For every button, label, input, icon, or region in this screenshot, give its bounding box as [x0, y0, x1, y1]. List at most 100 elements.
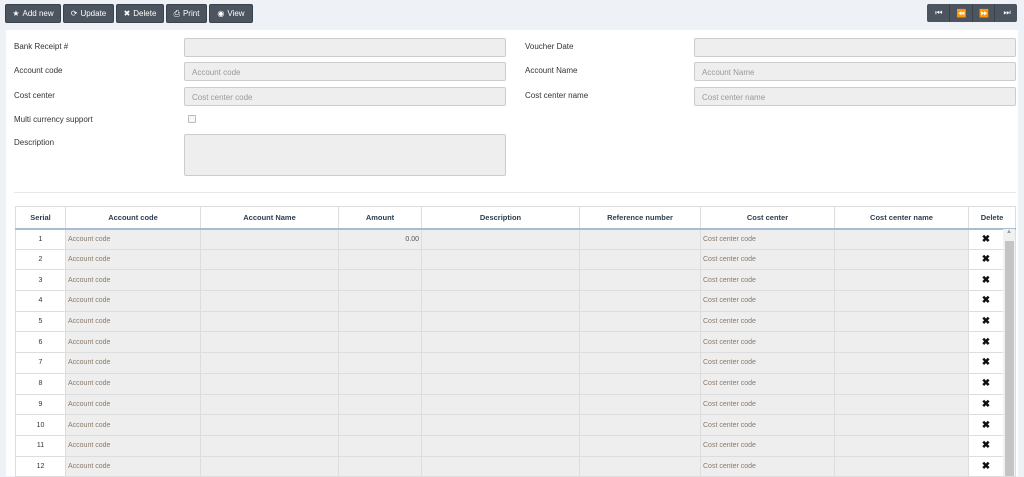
update-button[interactable]: ⟳ Update: [63, 4, 114, 23]
reference-number-cell[interactable]: [579, 248, 701, 271]
view-button[interactable]: ◉ View: [209, 4, 253, 23]
account-code-cell[interactable]: Account code: [65, 455, 201, 477]
account-name-cell[interactable]: [200, 372, 339, 395]
cost-center-name-cell[interactable]: [834, 352, 969, 374]
amount-cell[interactable]: [338, 455, 422, 477]
cost-center-cell[interactable]: Cost center code: [700, 310, 835, 333]
cost-center-cell[interactable]: Cost center code: [700, 352, 835, 374]
reference-number-cell[interactable]: [579, 352, 701, 374]
account-code-cell[interactable]: Account code: [65, 393, 201, 416]
amount-cell[interactable]: [338, 352, 422, 374]
description-cell[interactable]: [421, 331, 580, 354]
next-record-icon[interactable]: ⏩: [971, 4, 995, 22]
account-code-cell[interactable]: Account code: [65, 352, 201, 374]
last-record-icon[interactable]: ⏭: [994, 4, 1017, 22]
account-name-cell[interactable]: [200, 248, 339, 271]
account-name-cell[interactable]: [200, 414, 339, 436]
amount-cell[interactable]: [338, 393, 422, 416]
description-textarea[interactable]: [184, 134, 506, 176]
description-cell[interactable]: [421, 393, 580, 416]
account-name-cell[interactable]: [200, 228, 339, 250]
description-cell[interactable]: [421, 248, 580, 271]
amount-cell[interactable]: [338, 434, 422, 457]
table-scrollbar[interactable]: ▲: [1003, 229, 1015, 476]
reference-number-cell[interactable]: [579, 290, 701, 312]
delete-button[interactable]: ✖ Delete: [116, 4, 164, 23]
description-cell[interactable]: [421, 352, 580, 374]
reference-number-cell[interactable]: [579, 414, 701, 436]
description-cell[interactable]: [421, 434, 580, 457]
account-name-input[interactable]: Account Name: [694, 62, 1016, 81]
amount-cell[interactable]: [338, 331, 422, 354]
account-code-cell[interactable]: Account code: [65, 248, 201, 271]
account-name-cell[interactable]: [200, 310, 339, 333]
cost-center-cell[interactable]: Cost center code: [700, 331, 835, 354]
previous-record-icon[interactable]: ⏪: [948, 4, 972, 22]
account-code-cell[interactable]: Account code: [65, 269, 201, 292]
cost-center-name-cell[interactable]: [834, 269, 969, 292]
scrollbar-thumb[interactable]: [1005, 241, 1014, 476]
reference-number-cell[interactable]: [579, 331, 701, 354]
reference-number-cell[interactable]: [579, 269, 701, 292]
description-cell[interactable]: [421, 290, 580, 312]
reference-number-cell[interactable]: [579, 393, 701, 416]
description-cell[interactable]: [421, 228, 580, 250]
account-name-cell[interactable]: [200, 455, 339, 477]
cost-center-cell[interactable]: Cost center code: [700, 269, 835, 292]
description-cell[interactable]: [421, 414, 580, 436]
cost-center-name-cell[interactable]: [834, 310, 969, 333]
reference-number-cell[interactable]: [579, 434, 701, 457]
bank-receipt-input[interactable]: [184, 38, 506, 57]
cost-center-cell[interactable]: Cost center code: [700, 455, 835, 477]
print-button[interactable]: ⎙ Print: [166, 4, 207, 23]
account-name-cell[interactable]: [200, 331, 339, 354]
cost-center-name-cell[interactable]: [834, 331, 969, 354]
voucher-date-input[interactable]: [694, 38, 1016, 57]
reference-number-cell[interactable]: [579, 228, 701, 250]
account-code-cell[interactable]: Account code: [65, 310, 201, 333]
scroll-up-icon[interactable]: ▲: [1003, 229, 1015, 235]
account-code-cell[interactable]: Account code: [65, 290, 201, 312]
amount-cell[interactable]: [338, 310, 422, 333]
account-code-cell[interactable]: Account code: [65, 414, 201, 436]
amount-cell[interactable]: [338, 269, 422, 292]
amount-cell[interactable]: [338, 290, 422, 312]
account-code-cell[interactable]: Account code: [65, 331, 201, 354]
account-code-cell[interactable]: Account code: [65, 372, 201, 395]
account-name-cell[interactable]: [200, 434, 339, 457]
amount-cell[interactable]: [338, 248, 422, 271]
description-cell[interactable]: [421, 310, 580, 333]
cost-center-cell[interactable]: Cost center code: [700, 372, 835, 395]
cost-center-cell[interactable]: Cost center code: [700, 228, 835, 250]
reference-number-cell[interactable]: [579, 455, 701, 477]
account-code-cell[interactable]: Account code: [65, 434, 201, 457]
multi-currency-checkbox[interactable]: [188, 115, 196, 123]
cost-center-cell[interactable]: Cost center code: [700, 248, 835, 271]
account-code-input[interactable]: Account code: [184, 62, 506, 81]
reference-number-cell[interactable]: [579, 310, 701, 333]
account-name-cell[interactable]: [200, 393, 339, 416]
account-name-cell[interactable]: [200, 290, 339, 312]
cost-center-cell[interactable]: Cost center code: [700, 414, 835, 436]
cost-center-cell[interactable]: Cost center code: [700, 290, 835, 312]
reference-number-cell[interactable]: [579, 372, 701, 395]
cost-center-name-cell[interactable]: [834, 434, 969, 457]
cost-center-name-cell[interactable]: [834, 290, 969, 312]
cost-center-cell[interactable]: Cost center code: [700, 434, 835, 457]
amount-cell[interactable]: [338, 372, 422, 395]
cost-center-input[interactable]: Cost center code: [184, 87, 506, 106]
first-record-icon[interactable]: ⏮: [927, 4, 949, 22]
account-name-cell[interactable]: [200, 269, 339, 292]
add-new-button[interactable]: ★ Add new: [5, 4, 61, 23]
amount-cell[interactable]: 0.00: [338, 228, 422, 250]
cost-center-name-input[interactable]: Cost center name: [694, 87, 1016, 106]
cost-center-name-cell[interactable]: [834, 372, 969, 395]
description-cell[interactable]: [421, 372, 580, 395]
cost-center-name-cell[interactable]: [834, 228, 969, 250]
description-cell[interactable]: [421, 269, 580, 292]
cost-center-name-cell[interactable]: [834, 455, 969, 477]
cost-center-name-cell[interactable]: [834, 393, 969, 416]
cost-center-cell[interactable]: Cost center code: [700, 393, 835, 416]
account-name-cell[interactable]: [200, 352, 339, 374]
account-code-cell[interactable]: Account code: [65, 228, 201, 250]
